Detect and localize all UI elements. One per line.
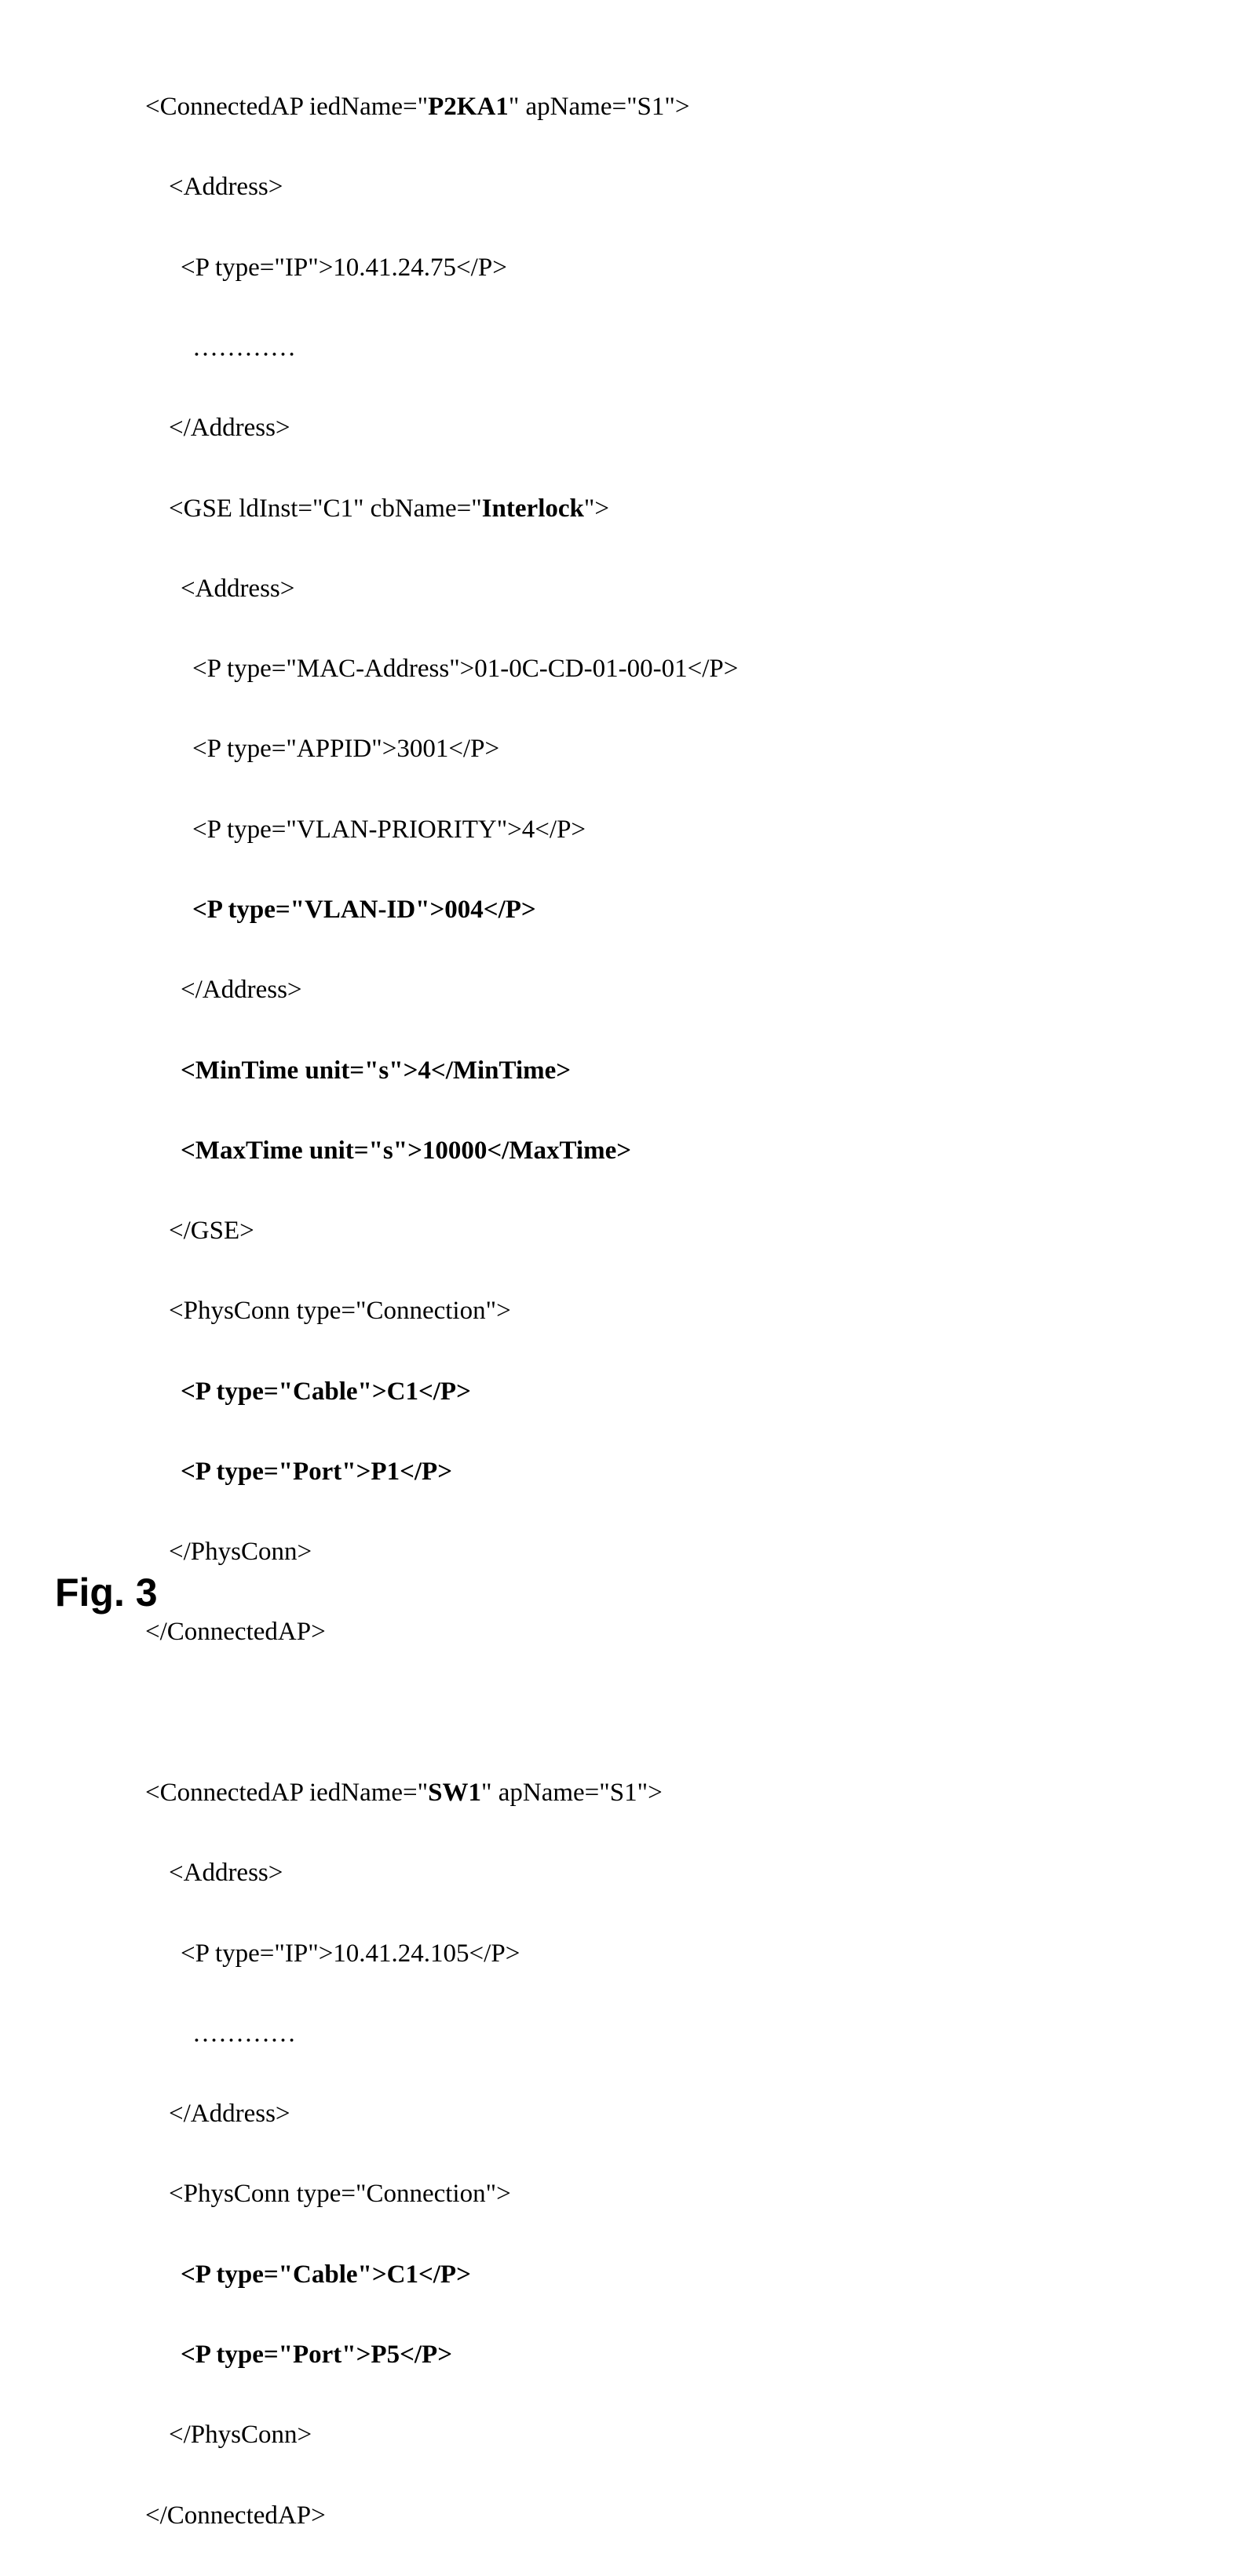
line: <P type="MAC-Address">01-0C-CD-01-00-01<…: [145, 649, 738, 689]
line: <P type="VLAN-ID">004</P>: [145, 890, 738, 930]
line: <P type="VLAN-PRIORITY">4</P>: [145, 810, 738, 850]
line: <ConnectedAP iedName="P2KA1" apName="S1"…: [145, 87, 738, 127]
line: <PhysConn type="Connection">: [145, 2174, 738, 2214]
line: </ConnectedAP>: [145, 1612, 738, 1652]
line: <P type="Port">P5</P>: [145, 2335, 738, 2375]
line: <P type="Port">P1</P>: [145, 1452, 738, 1492]
line: <Address>: [145, 167, 738, 207]
line: <P type="Cable">C1</P>: [145, 2255, 738, 2295]
line: <P type="Cable">C1</P>: [145, 1372, 738, 1412]
line: </PhysConn>: [145, 1532, 738, 1572]
line: …………: [145, 328, 738, 368]
line: </GSE>: [145, 1211, 738, 1251]
line: <MinTime unit="s">4</MinTime>: [145, 1051, 738, 1091]
line: <ConnectedAP iedName="SW1" apName="S1">: [145, 1773, 738, 1813]
line: <GSE ldInst="C1" cbName="Interlock">: [145, 489, 738, 529]
line: <P type="APPID">3001</P>: [145, 729, 738, 769]
line: <P type="IP">10.41.24.105</P>: [145, 1934, 738, 1974]
line: </Address>: [145, 408, 738, 448]
line: <Address>: [145, 1853, 738, 1893]
line: <P type="IP">10.41.24.75</P>: [145, 248, 738, 288]
xml-code: <ConnectedAP iedName="P2KA1" apName="S1"…: [145, 47, 738, 2576]
line: <Address>: [145, 569, 738, 609]
line: <PhysConn type="Connection">: [145, 1291, 738, 1331]
line: …………: [145, 2014, 738, 2054]
line: </ConnectedAP>: [145, 2496, 738, 2536]
line: </PhysConn>: [145, 2415, 738, 2455]
figure-label: Fig. 3: [55, 1570, 158, 1615]
line: </Address>: [145, 2094, 738, 2134]
line: <MaxTime unit="s">10000</MaxTime>: [145, 1131, 738, 1171]
blank-line: [145, 1693, 738, 1733]
line: </Address>: [145, 970, 738, 1010]
